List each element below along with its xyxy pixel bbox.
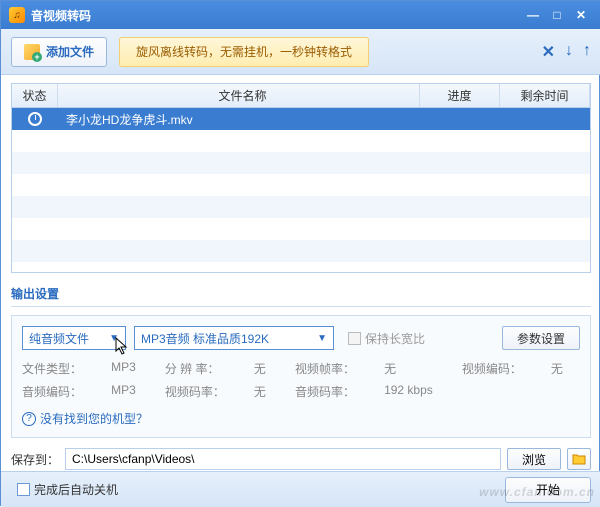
help-link[interactable]: ? 没有找到您的机型？	[22, 410, 580, 427]
titlebar: ♫ 音视频转码 — □ ✕	[1, 1, 600, 29]
add-file-button[interactable]: 添加文件	[11, 37, 107, 67]
table-header: 状态 文件名称 进度 剩余时间	[12, 84, 590, 108]
keep-ratio-checkbox[interactable]: 保持长宽比	[348, 330, 425, 347]
add-file-icon	[24, 44, 40, 60]
format-preset-value: MP3音频 标准品质192K	[141, 330, 311, 347]
table-row[interactable]	[12, 240, 590, 262]
maximize-button[interactable]: □	[545, 5, 569, 25]
browse-button[interactable]: 浏览	[507, 448, 561, 470]
filetype-label: 文件类型：	[22, 360, 99, 377]
acodec-value: MP3	[111, 383, 153, 400]
footer: 完成后自动关机 开始	[1, 471, 600, 507]
header-status: 状态	[12, 84, 58, 107]
format-group-dropdown[interactable]: 纯音频文件 ▼	[22, 326, 126, 350]
checkbox-box-icon	[17, 483, 30, 496]
abitrate-label: 音频码率：	[295, 383, 372, 400]
divider	[11, 306, 591, 307]
save-label: 保存到：	[11, 451, 59, 468]
minimize-button[interactable]: —	[521, 5, 545, 25]
save-path-input[interactable]	[65, 448, 501, 470]
help-text: 没有找到您的机型？	[40, 410, 148, 427]
abitrate-value: 192 kbps	[384, 383, 450, 400]
vfps-value: 无	[384, 360, 450, 377]
window-title: 音视频转码	[31, 7, 521, 24]
header-time: 剩余时间	[500, 84, 590, 107]
table-row[interactable]	[12, 218, 590, 240]
vcodec-value: 无	[551, 360, 580, 377]
settings-row: 纯音频文件 ▼ MP3音频 标准品质192K ▼ 保持长宽比 参数设置	[22, 326, 580, 350]
resolution-value: 无	[254, 360, 283, 377]
output-section-label: 输出设置	[11, 285, 591, 302]
row-status	[12, 112, 58, 126]
app-logo-icon: ♫	[9, 7, 25, 23]
folder-icon	[572, 453, 586, 465]
vbitrate-label: 视频码率：	[165, 383, 242, 400]
save-path-row: 保存到： 浏览	[11, 448, 591, 470]
format-preset-dropdown[interactable]: MP3音频 标准品质192K ▼	[134, 326, 334, 350]
keep-ratio-label: 保持长宽比	[365, 330, 425, 347]
table-row[interactable]: 李小龙HD龙争虎斗.mkv	[12, 108, 590, 130]
table-row[interactable]	[12, 174, 590, 196]
vbitrate-value: 无	[254, 383, 283, 400]
add-file-label: 添加文件	[46, 43, 94, 60]
promo-text: 旋风离线转码，无需挂机，一秒钟转格式	[136, 43, 352, 60]
table-row[interactable]	[12, 196, 590, 218]
toolbar: 添加文件 旋风离线转码，无需挂机，一秒钟转格式 ✕ ↓ ↑	[1, 29, 600, 75]
chevron-down-icon: ▼	[109, 333, 119, 344]
acodec-label: 音频编码：	[22, 383, 99, 400]
vfps-label: 视频帧率：	[295, 360, 372, 377]
resolution-label: 分 辨 率：	[165, 360, 242, 377]
format-group-value: 纯音频文件	[29, 330, 103, 347]
start-button[interactable]: 开始	[505, 477, 591, 503]
chevron-down-icon: ▼	[317, 333, 327, 344]
close-button[interactable]: ✕	[569, 5, 593, 25]
shutdown-checkbox[interactable]: 完成后自动关机	[17, 481, 118, 498]
move-down-icon[interactable]: ↓	[565, 42, 573, 62]
shutdown-label: 完成后自动关机	[34, 481, 118, 498]
output-info-grid: 文件类型： MP3 分 辨 率： 无 视频帧率： 无 视频编码： 无 音频编码：…	[22, 360, 580, 400]
output-settings-panel: 纯音频文件 ▼ MP3音频 标准品质192K ▼ 保持长宽比 参数设置 文件类型…	[11, 315, 591, 438]
file-table: 状态 文件名称 进度 剩余时间 李小龙HD龙争虎斗.mkv	[11, 83, 591, 273]
move-up-icon[interactable]: ↑	[583, 42, 591, 62]
vcodec-label: 视频编码：	[462, 360, 539, 377]
param-settings-button[interactable]: 参数设置	[502, 326, 580, 350]
header-progress: 进度	[420, 84, 500, 107]
filetype-value: MP3	[111, 360, 153, 377]
help-icon: ?	[22, 412, 36, 426]
row-filename: 李小龙HD龙争虎斗.mkv	[58, 111, 420, 128]
list-action-icons: ✕ ↓ ↑	[542, 42, 591, 62]
table-row[interactable]	[12, 152, 590, 174]
header-name: 文件名称	[58, 84, 420, 107]
table-body: 李小龙HD龙争虎斗.mkv	[12, 108, 590, 272]
open-folder-button[interactable]	[567, 448, 591, 470]
remove-icon[interactable]: ✕	[542, 42, 555, 62]
checkbox-box-icon	[348, 332, 361, 345]
pending-icon	[28, 112, 42, 126]
promo-banner[interactable]: 旋风离线转码，无需挂机，一秒钟转格式	[119, 37, 369, 67]
table-row[interactable]	[12, 130, 590, 152]
